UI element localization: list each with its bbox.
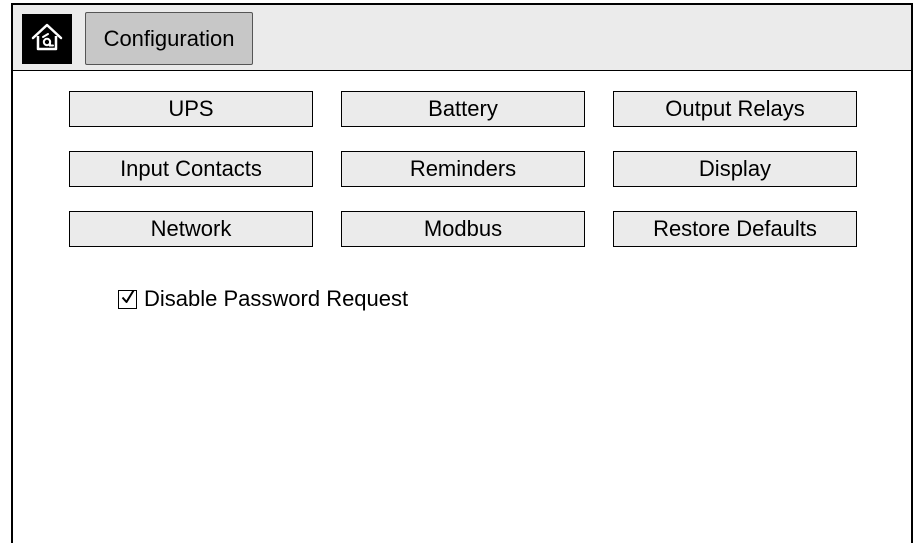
input-contacts-button[interactable]: Input Contacts	[69, 151, 313, 187]
reminders-button[interactable]: Reminders	[341, 151, 585, 187]
home-icon	[27, 17, 67, 62]
restore-defaults-button[interactable]: Restore Defaults	[613, 211, 857, 247]
modbus-button[interactable]: Modbus	[341, 211, 585, 247]
network-button[interactable]: Network	[69, 211, 313, 247]
configuration-title-button[interactable]: Configuration	[85, 12, 253, 65]
display-button[interactable]: Display	[613, 151, 857, 187]
output-relays-button[interactable]: Output Relays	[613, 91, 857, 127]
disable-password-label: Disable Password Request	[144, 286, 409, 311]
home-button[interactable]	[22, 14, 72, 64]
ups-button[interactable]: UPS	[69, 91, 313, 127]
disable-password-checkbox[interactable]	[118, 289, 137, 310]
configuration-screen: Configuration UPS Battery Output Relays …	[11, 3, 913, 543]
checkmark-icon	[120, 289, 136, 310]
battery-button[interactable]: Battery	[341, 91, 585, 127]
disable-password-option[interactable]: Disable Password Request	[118, 286, 408, 312]
header-bar: Configuration	[13, 5, 911, 71]
